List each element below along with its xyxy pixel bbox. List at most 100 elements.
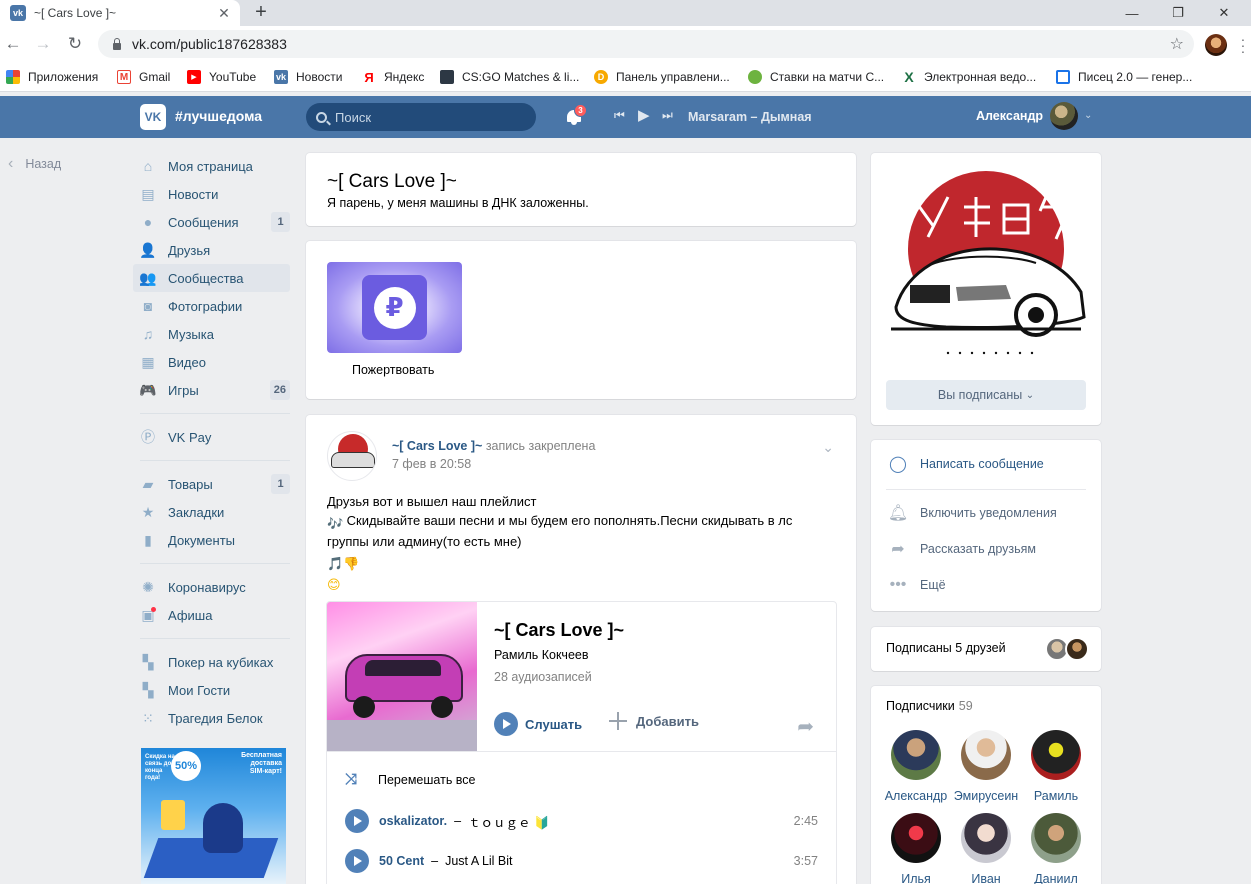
- minimize-button[interactable]: ―: [1109, 0, 1155, 26]
- subscriber[interactable]: Иван: [946, 813, 1026, 884]
- youtube-icon: ▶: [187, 70, 201, 84]
- share-arrow-icon[interactable]: ➦: [797, 714, 814, 739]
- subscriber[interactable]: Илья: [876, 813, 956, 884]
- post-menu-chevron-icon[interactable]: ⌄: [822, 439, 834, 456]
- search-input[interactable]: Поиск: [306, 103, 536, 131]
- browser-menu-icon[interactable]: · · ·: [1240, 32, 1246, 58]
- reload-icon[interactable]: ↻: [64, 33, 86, 55]
- virus-icon: ✺: [142, 578, 154, 595]
- bookmark-youtube[interactable]: ▶ YouTube: [187, 69, 256, 85]
- notifications-bell-icon[interactable]: 3: [566, 104, 587, 126]
- menu-counter: 26: [269, 380, 290, 400]
- previous-track-icon[interactable]: ⏮: [614, 108, 625, 123]
- vk-logo-icon[interactable]: VK: [140, 104, 166, 130]
- subscribers-header[interactable]: Подписчики 59: [886, 699, 973, 713]
- menu-item-music[interactable]: ♫ Музыка: [133, 320, 290, 348]
- next-track-icon[interactable]: ⏭: [662, 108, 673, 123]
- subscriber[interactable]: Даниил: [1016, 813, 1096, 884]
- listen-button[interactable]: Слушать: [494, 712, 582, 736]
- bookmark-gmail[interactable]: M Gmail: [117, 69, 170, 85]
- menu-item-goods[interactable]: ▰ Товары 1: [133, 470, 290, 498]
- play-circle-icon[interactable]: [345, 809, 369, 833]
- play-circle-icon[interactable]: [345, 849, 369, 873]
- menu-item-friends[interactable]: 👤 Друзья: [133, 236, 290, 264]
- menu-item-bookmarks[interactable]: ★ Закладки: [133, 498, 290, 526]
- bookmark-bets[interactable]: Ставки на матчи С...: [748, 69, 884, 85]
- close-tab-icon[interactable]: ✕: [216, 5, 232, 21]
- close-window-button[interactable]: ✕: [1201, 0, 1247, 26]
- menu-item-my-page[interactable]: ⌂ Моя страница: [133, 152, 290, 180]
- bookmark-pisec[interactable]: Писец 2.0 — генер...: [1056, 69, 1192, 85]
- playlist-owner[interactable]: Рамиль Кокчеев: [494, 648, 589, 662]
- menu-label: Покер на кубиках: [168, 654, 274, 670]
- new-tab-button[interactable]: +: [250, 1, 272, 23]
- shuffle-all-button[interactable]: ⤨ Перемешать все: [345, 771, 476, 788]
- address-bar[interactable]: vk.com/public187628383 ☆: [98, 30, 1194, 58]
- user-name[interactable]: Александр: [976, 109, 1043, 123]
- post-header: ~[ Cars Love ]~ запись закреплена: [392, 439, 595, 453]
- post-author-avatar[interactable]: [327, 431, 377, 481]
- post-author-link[interactable]: ~[ Cars Love ]~: [392, 439, 482, 453]
- subscriber[interactable]: Рамиль: [1016, 730, 1096, 803]
- playlist-cover[interactable]: [327, 602, 477, 751]
- track-artist[interactable]: 50 Cent: [379, 854, 424, 868]
- dashboard-icon: D: [594, 70, 608, 84]
- browser-tab[interactable]: vk ~[ Cars Love ]~ ✕: [0, 0, 240, 26]
- playlist-title[interactable]: ~[ Cars Love ]~: [494, 620, 624, 641]
- enable-notifications-button[interactable]: 🔔︎ Включить уведомления: [888, 503, 1057, 523]
- menu-label: Видео: [168, 354, 206, 370]
- menu-item-news[interactable]: ▤ Новости: [133, 180, 290, 208]
- bookmark-excel[interactable]: X Электронная ведо...: [902, 69, 1036, 85]
- write-message-button[interactable]: ◯ Написать сообщение: [888, 454, 1044, 474]
- track-row[interactable]: oskalizator. – ｔｏｕｇｅ 🔰 2:45: [345, 808, 818, 834]
- menu-item-vkpay[interactable]: Ⓟ VK Pay: [133, 423, 290, 451]
- group-avatar-logo[interactable]: [886, 167, 1086, 357]
- menu-item-games[interactable]: 🎮 Игры 26: [133, 376, 290, 404]
- subscriber-avatar: [961, 730, 1011, 780]
- menu-item-communities[interactable]: 👥 Сообщества: [133, 264, 290, 292]
- bookmark-hltv[interactable]: CS:GO Matches & li...: [440, 69, 579, 85]
- menu-item-photos[interactable]: ◙ Фотографии: [133, 292, 290, 320]
- subscriber-avatar: [891, 730, 941, 780]
- bookmark-label: Приложения: [28, 70, 99, 84]
- menu-item-documents[interactable]: ▮ Документы: [133, 526, 290, 554]
- user-avatar[interactable]: [1050, 102, 1078, 130]
- menu-item-guests[interactable]: ▚ Мои Гости: [133, 676, 290, 704]
- play-circle-icon: [494, 712, 518, 736]
- menu-item-messages[interactable]: ● Сообщения 1: [133, 208, 290, 236]
- bookmark-yandex[interactable]: Я Яндекс: [362, 69, 424, 85]
- donate-label[interactable]: Пожертвовать: [352, 363, 434, 377]
- profile-avatar[interactable]: [1205, 34, 1227, 56]
- post-date[interactable]: 7 фев в 20:58: [392, 457, 471, 471]
- now-playing-track[interactable]: Marsaram – Дымная: [688, 110, 812, 124]
- bookmark-apps[interactable]: Приложения: [6, 69, 98, 85]
- donate-tile[interactable]: ₽: [327, 262, 462, 353]
- back-link[interactable]: ‹ Назад: [8, 155, 61, 173]
- track-row[interactable]: 50 Cent – Just A Lil Bit 3:57: [345, 848, 818, 874]
- app-icon: ▚: [142, 681, 154, 698]
- tell-friends-button[interactable]: ➦ Рассказать друзьям: [888, 539, 1036, 559]
- track-artist[interactable]: oskalizator.: [379, 814, 447, 828]
- bookmark-news[interactable]: vk Новости: [274, 69, 342, 85]
- menu-item-afisha[interactable]: ▣ Афиша: [133, 601, 290, 629]
- add-playlist-button[interactable]: Добавить: [609, 712, 699, 730]
- subscriber[interactable]: Эмирусеин: [946, 730, 1026, 803]
- menu-item-video[interactable]: ▦ Видео: [133, 348, 290, 376]
- play-icon[interactable]: ▶: [638, 106, 650, 124]
- bookmark-star-icon[interactable]: ☆: [1170, 34, 1184, 54]
- back-arrow-icon[interactable]: ←: [2, 33, 24, 55]
- apps-grid-icon: [6, 70, 20, 84]
- friends-subscribed-card[interactable]: Подписаны 5 друзей: [871, 627, 1101, 671]
- subscriber[interactable]: Александр: [876, 730, 956, 803]
- menu-item-squirrels[interactable]: ⁙ Трагедия Белок: [133, 704, 290, 732]
- menu-item-poker[interactable]: ▚ Покер на кубиках: [133, 648, 290, 676]
- maximize-button[interactable]: ❐: [1155, 0, 1201, 26]
- vk-slogan[interactable]: #лучшедома: [175, 108, 262, 124]
- sim-card-ad-banner[interactable]: Скидка на связь до конца года! 50% Беспл…: [141, 748, 286, 884]
- forward-arrow-icon[interactable]: →: [32, 33, 54, 55]
- bookmark-dashboard[interactable]: D Панель управлени...: [594, 69, 730, 85]
- menu-item-coronavirus[interactable]: ✺ Коронавирус: [133, 573, 290, 601]
- subscribed-button[interactable]: Вы подписаны ⌄: [886, 380, 1086, 410]
- chevron-down-icon[interactable]: ⌄: [1084, 110, 1092, 121]
- more-button[interactable]: ••• Ещё: [888, 575, 946, 595]
